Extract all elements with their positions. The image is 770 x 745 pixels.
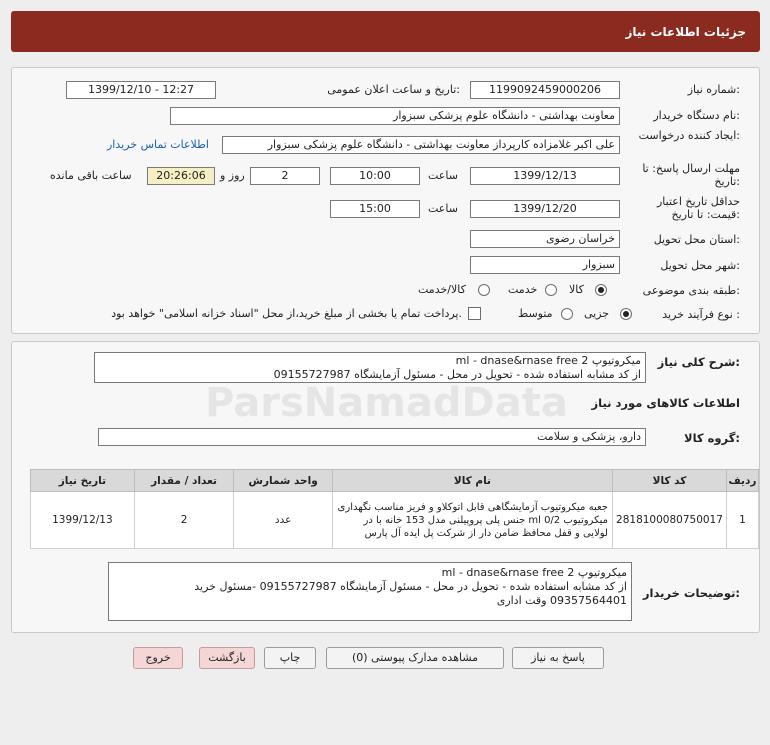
buyer-org-field: معاونت بهداشتی - دانشگاه علوم پزشکی سبزو… (170, 107, 620, 125)
page-title: جزئیات اطلاعات نیاز (625, 24, 746, 39)
validity-label: حداقل تاریخ اعتبار قیمت: تا تاریخ: (656, 195, 740, 221)
goods-table-wrap: ردیف کد کالا نام کالا واحد شمارش تعداد /… (30, 469, 760, 549)
treasury-checkbox[interactable] (468, 307, 481, 320)
cell-qty: 2 (133, 491, 235, 549)
buyer-notes-line-1: میکروتیوپ 2 ml - dnase&rnase free (441, 566, 627, 579)
category-label: طبقه بندی موضوعی: (642, 284, 740, 297)
validity-date-field: 1399/12/20 (470, 200, 620, 218)
category-service-label: خدمت (508, 283, 538, 296)
creator-label: ایجاد کننده درخواست: (638, 129, 740, 142)
validity-time-label: ساعت (428, 202, 458, 215)
cell-code: 2818100080750017 (611, 491, 727, 549)
page-header: جزئیات اطلاعات نیاز (11, 11, 760, 52)
creator-field: علی اکبر غلامزاده کارپرداز معاونت بهداشت… (222, 136, 620, 154)
reply-deadline-label: مهلت ارسال پاسخ: تا تاریخ: (642, 162, 740, 188)
category-goods-label: کالا (569, 283, 584, 296)
reply-time-field: 10:00 (330, 167, 420, 185)
buyer-notes-line-2: از کد مشابه استفاده شده - تحویل در محل -… (194, 580, 627, 593)
days-field: 2 (250, 167, 320, 185)
exit-button[interactable]: خروج (133, 647, 183, 669)
col-code: کد کالا (611, 469, 727, 492)
cell-unit: عدد (233, 491, 333, 549)
summary-line-2: از کد مشابه استفاده شده - تحویل در محل -… (273, 368, 641, 381)
contact-link[interactable]: اطلاعات تماس خریدار (107, 138, 209, 152)
category-goods-service-label: کالا/خدمت (418, 283, 466, 296)
category-radio-service[interactable] (545, 284, 557, 296)
remaining-label: ساعت باقی مانده (50, 169, 132, 182)
buyer-org-label: نام دستگاه خریدار: (653, 109, 740, 122)
cell-name: جعبه میکروتیوب آزمایشگاهی قابل اتوکلاو و… (331, 491, 613, 549)
city-field: سبزوار (470, 256, 620, 274)
need-number-field: 1199092459000206 (470, 81, 620, 99)
process-minor-label: جزیی (584, 307, 610, 320)
back-button[interactable]: بازگشت (199, 647, 255, 669)
col-row: ردیف (725, 469, 760, 492)
need-number-label: شماره نیاز: (687, 83, 740, 96)
goods-section-title: اطلاعات کالاهای مورد نیاز (591, 396, 740, 410)
city-label: شهر محل تحویل: (660, 259, 740, 272)
process-radio-minor[interactable] (620, 308, 632, 320)
reply-button[interactable]: پاسخ به نیاز (512, 647, 604, 669)
goods-group-label: گروه کالا: (684, 431, 740, 445)
announce-label: تاریخ و ساعت اعلان عمومی: (327, 83, 460, 96)
table-row[interactable]: 1 2818100080750017 جعبه میکروتیوب آزمایش… (30, 491, 760, 549)
province-field: خراسان رضوی (470, 230, 620, 248)
goods-group-field: دارو، پزشکی و سلامت (98, 428, 646, 446)
category-radio-goods-service[interactable] (478, 284, 490, 296)
view-docs-button[interactable]: مشاهده مدارک پیوستی (0) (326, 647, 504, 669)
page: جزئیات اطلاعات نیاز شماره نیاز: 11990924… (0, 0, 770, 745)
buyer-notes-line-3: 09357564401 وقت اداری (496, 594, 627, 607)
category-radio-goods[interactable] (595, 284, 607, 296)
validity-time-field: 15:00 (330, 200, 420, 218)
summary-line-1: میکروتیوپ 2 ml - dnase&rnase free (455, 354, 641, 367)
buyer-notes-label: توضیحات خریدار: (642, 586, 740, 600)
days-label: روز و (220, 169, 245, 182)
goods-table: ردیف کد کالا نام کالا واحد شمارش تعداد /… (30, 469, 760, 549)
reply-date-field: 1399/12/13 (470, 167, 620, 185)
cell-date: 1399/12/13 (30, 491, 135, 549)
summary-label: شرح کلی نیاز: (657, 355, 740, 369)
province-label: استان محل تحویل: (653, 233, 740, 246)
col-unit: واحد شمارش (233, 469, 333, 492)
process-medium-label: متوسط (518, 307, 553, 320)
col-date: تاریخ نیاز (30, 469, 135, 492)
treasury-note: پرداخت تمام یا بخشی از مبلغ خرید،از محل … (111, 307, 462, 320)
col-name: نام کالا (331, 469, 613, 492)
print-button[interactable]: چاپ (264, 647, 316, 669)
table-header-row: ردیف کد کالا نام کالا واحد شمارش تعداد /… (30, 469, 760, 492)
reply-time-label: ساعت (428, 169, 458, 182)
col-qty: تعداد / مقدار (133, 469, 235, 492)
summary-box: میکروتیوپ 2 ml - dnase&rnase free از کد … (94, 352, 646, 383)
process-radio-medium[interactable] (561, 308, 573, 320)
process-label: نوع فرآیند خرید : (662, 308, 740, 321)
remaining-time-field: 20:26:06 (147, 167, 215, 185)
buyer-notes-box: میکروتیوپ 2 ml - dnase&rnase free از کد … (108, 562, 632, 621)
cell-row: 1 (725, 491, 760, 549)
announce-field: 1399/12/10 - 12:27 (66, 81, 216, 99)
